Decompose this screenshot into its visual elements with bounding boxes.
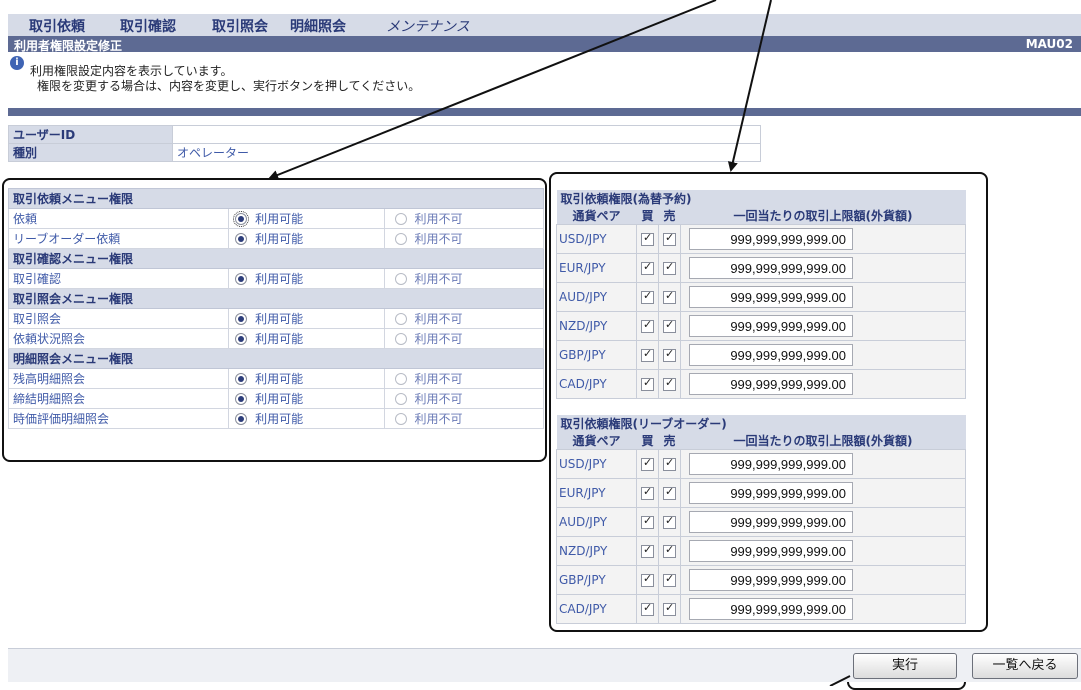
arrow-to-currency-permissions xyxy=(727,0,772,172)
arrow-to-execute-button xyxy=(829,675,851,686)
arrow-to-menu-permissions xyxy=(268,0,717,180)
annotation-arrows xyxy=(268,0,851,686)
